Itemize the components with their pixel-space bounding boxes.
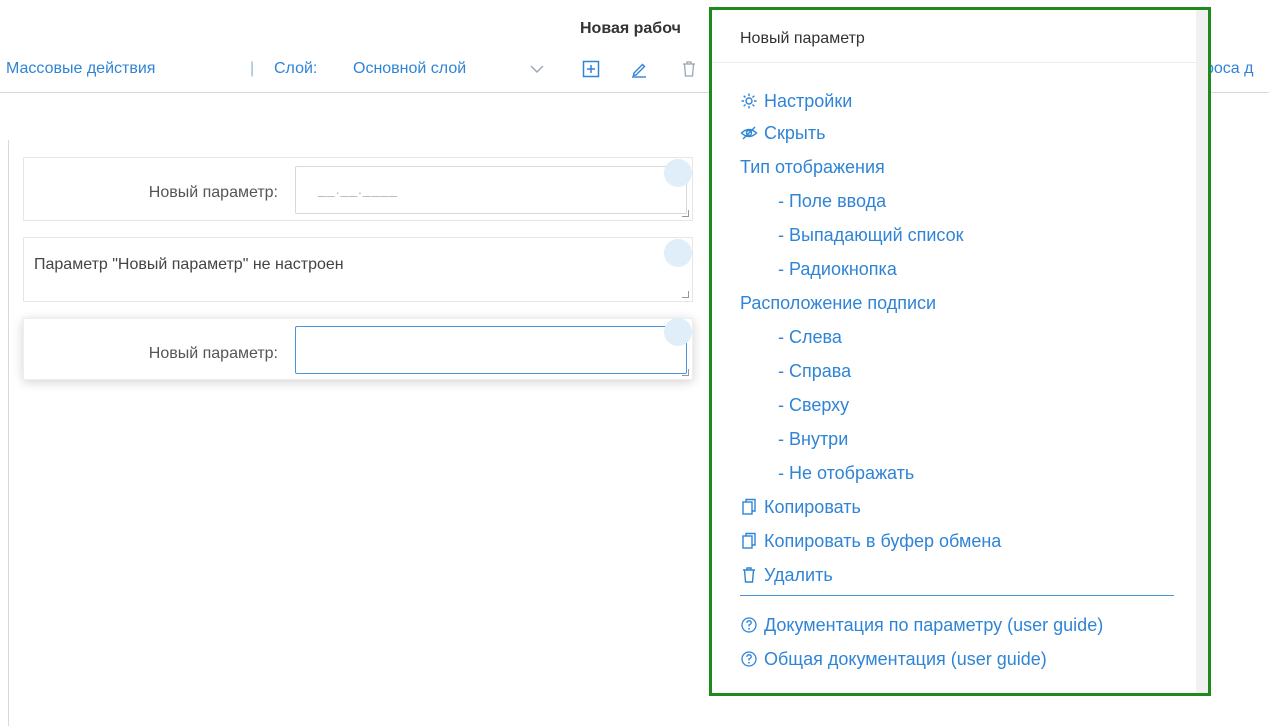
parameter-row-unconfigured[interactable]: Параметр "Новый параметр" не настроен xyxy=(23,237,693,302)
menu-item-inside[interactable]: - Внутри xyxy=(778,428,848,450)
page-title: Новая рабоч xyxy=(580,20,681,37)
menu-item-radio[interactable]: - Радиокнопка xyxy=(778,258,897,280)
copy-icon xyxy=(742,532,756,549)
menu-divider xyxy=(740,595,1174,596)
menu-item-label: Настройки xyxy=(764,91,853,111)
menu-item-top[interactable]: - Сверху xyxy=(778,394,849,416)
menu-item-right[interactable]: - Справа xyxy=(778,360,851,382)
context-menu: Новый параметр Настройки Скрыть Тип отоб… xyxy=(709,7,1211,696)
drag-handle-bubble[interactable] xyxy=(664,318,692,346)
unconfigured-message: Параметр "Новый параметр" не настроен xyxy=(34,256,344,273)
text-input[interactable] xyxy=(295,326,687,374)
menu-item-general-docs[interactable]: Общая документация (user guide) xyxy=(740,648,1047,670)
menu-item-settings[interactable]: Настройки xyxy=(740,90,852,112)
layer-label: Слой: xyxy=(274,60,318,77)
resize-handle[interactable] xyxy=(682,369,689,376)
trash-icon[interactable] xyxy=(680,60,698,78)
drag-handle-bubble[interactable] xyxy=(664,159,692,187)
menu-item-delete[interactable]: Удалить xyxy=(740,564,833,586)
menu-item-hide[interactable]: Скрыть xyxy=(740,122,825,144)
menu-item-none[interactable]: - Не отображать xyxy=(778,462,914,484)
parameter-label: Новый параметр: xyxy=(148,345,278,362)
copy-icon xyxy=(742,498,756,515)
menu-title: Новый параметр xyxy=(740,30,865,47)
menu-item-label: Общая документация (user guide) xyxy=(764,649,1047,669)
menu-item-label: Скрыть xyxy=(764,123,826,143)
menu-item-label: Копировать xyxy=(764,497,861,517)
mass-actions-link[interactable]: Массовые действия xyxy=(6,60,155,78)
parameter-label: Новый параметр: xyxy=(148,184,278,201)
trash-icon xyxy=(743,567,755,583)
resize-handle[interactable] xyxy=(682,210,689,217)
menu-header: Новый параметр xyxy=(712,10,1198,63)
menu-item-param-docs[interactable]: Документация по параметру (user guide) xyxy=(740,614,1103,636)
layer-select[interactable]: Основной слой xyxy=(353,60,466,78)
eye-off-icon xyxy=(740,126,758,140)
menu-item-dropdown[interactable]: - Выпадающий список xyxy=(778,224,964,246)
parameter-row-selected[interactable]: Новый параметр: xyxy=(23,318,693,380)
edit-pencil-icon[interactable] xyxy=(630,60,648,78)
toolbar-right-text[interactable]: роса д xyxy=(1205,60,1253,78)
toolbar-separator: | xyxy=(250,60,255,77)
gear-icon xyxy=(741,93,757,109)
resize-handle[interactable] xyxy=(682,291,689,298)
canvas-left-border xyxy=(8,140,9,726)
add-square-icon[interactable] xyxy=(582,60,600,78)
menu-item-label: Копировать в буфер обмена xyxy=(764,531,1002,551)
menu-item-label: Удалить xyxy=(764,565,833,585)
help-circle-icon xyxy=(741,651,757,667)
menu-item-label: Документация по параметру (user guide) xyxy=(764,615,1104,635)
menu-item-left[interactable]: - Слева xyxy=(778,326,842,348)
menu-item-display-type[interactable]: Тип отображения xyxy=(740,156,885,178)
drag-handle-bubble[interactable] xyxy=(664,239,692,267)
menu-item-copy-clipboard[interactable]: Копировать в буфер обмена xyxy=(740,530,1001,552)
help-circle-icon xyxy=(741,617,757,633)
parameter-row-date[interactable]: Новый параметр: __.__.____ xyxy=(23,157,693,221)
chevron-down-icon[interactable] xyxy=(528,60,546,78)
menu-item-label-position[interactable]: Расположение подписи xyxy=(740,292,936,314)
menu-item-copy[interactable]: Копировать xyxy=(740,496,861,518)
menu-item-input-field[interactable]: - Поле ввода xyxy=(778,190,886,212)
menu-scrollbar[interactable] xyxy=(1196,10,1208,693)
date-input[interactable]: __.__.____ xyxy=(295,166,687,214)
